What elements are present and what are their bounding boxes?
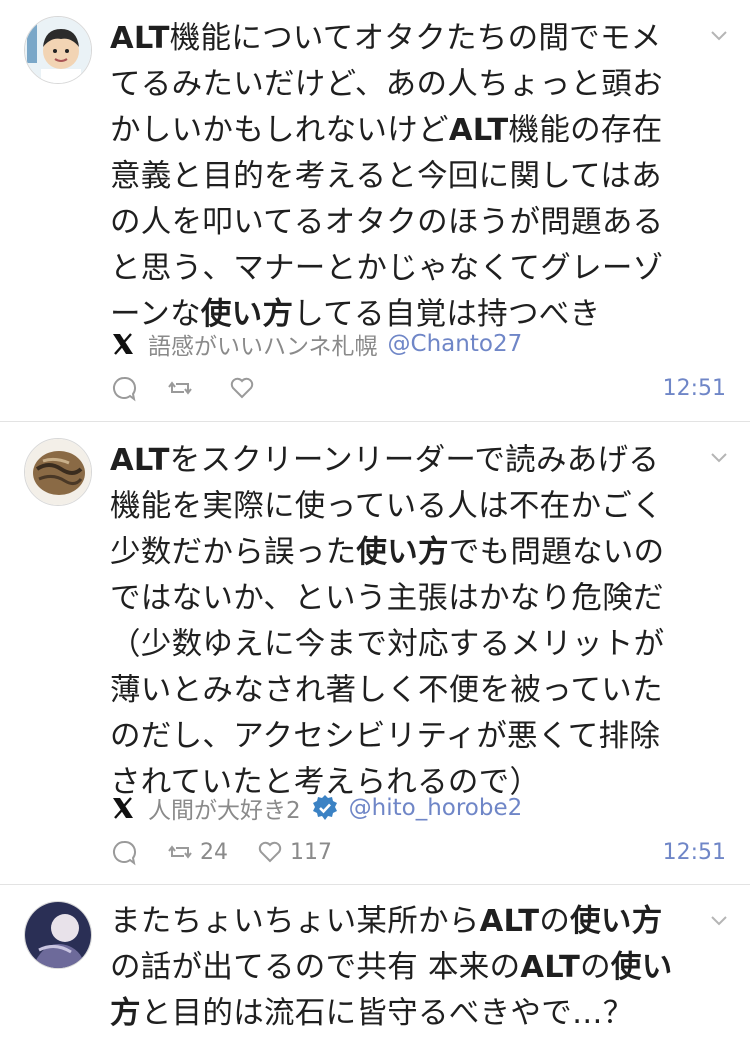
avatar[interactable] (24, 16, 92, 84)
chevron-down-icon[interactable] (708, 24, 730, 46)
tweet-actions: 24 117 12:51 (110, 834, 726, 870)
retweet-button[interactable] (166, 374, 200, 402)
body-text: でも問題ないのではないか、という主張はかなり危険だ（少数ゆえに今まで対応するメリ… (110, 535, 665, 800)
tweet-3[interactable]: またちょいちょい某所からALTの使い方の話が出てるので共有 本来のALTの使い方… (0, 885, 750, 1031)
bold-text: 使い方 (570, 904, 663, 939)
author-handle[interactable]: @hito_horobe2 (349, 795, 523, 821)
heart-icon (230, 377, 254, 399)
body-text: の (539, 904, 571, 939)
avatar[interactable] (24, 901, 92, 969)
author-handle[interactable]: @Chanto27 (388, 331, 523, 357)
bold-text: ALT (110, 21, 170, 56)
avatar[interactable] (24, 438, 92, 506)
bold-text: ALT (479, 904, 540, 939)
reply-button[interactable] (110, 838, 138, 866)
tweet-body: またちょいちょい某所からALTの使い方の話が出てるので共有 本来のALTの使い方… (110, 899, 686, 1037)
chevron-down-icon[interactable] (708, 909, 730, 931)
bold-text: ALT (520, 950, 581, 985)
tweet-1[interactable]: ALT機能についてオタクたちの間でモメてるみたいだけど、あの人ちょっと頭おかしい… (0, 0, 750, 421)
avatar-image (25, 17, 91, 83)
like-button[interactable]: 117 (256, 838, 332, 866)
bold-text: 使い方 (356, 535, 449, 570)
tweet-source[interactable]: 語感がいいハンネ札幌 @Chanto27 (110, 326, 522, 362)
bold-text: ALT (110, 443, 170, 478)
tweet-actions: 12:51 (110, 370, 726, 406)
timestamp[interactable]: 12:51 (663, 840, 726, 865)
avatar-image (25, 439, 91, 505)
tweet-body: ALT機能についてオタクたちの間でモメてるみたいだけど、あの人ちょっと頭おかしい… (110, 16, 686, 338)
retweet-button[interactable]: 24 (166, 838, 228, 866)
body-text: またちょいちょい某所から (110, 904, 480, 939)
reply-icon (113, 840, 136, 866)
retweet-icon (168, 845, 192, 859)
body-text: の (580, 950, 611, 985)
x-logo-icon (113, 797, 133, 819)
tweet-2[interactable]: ALTをスクリーンリーダーで読みあげる機能を実際に使っている人は不在かごく少数だ… (0, 422, 750, 884)
reply-icon (113, 376, 136, 402)
tweet-body: ALTをスクリーンリーダーで読みあげる機能を実際に使っている人は不在かごく少数だ… (110, 438, 686, 806)
tweet-source[interactable]: 人間が大好き2 @hito_horobe2 (110, 790, 522, 826)
like-count: 117 (290, 839, 332, 865)
bold-text: ALT (448, 113, 509, 148)
heart-icon (258, 841, 282, 863)
body-text: と目的は流石に皆守るべきやで…？ (140, 996, 634, 1031)
chevron-down-icon[interactable] (708, 446, 730, 468)
avatar-image (25, 902, 91, 968)
retweet-icon (168, 381, 192, 395)
like-button[interactable] (228, 374, 262, 402)
x-logo-icon (113, 333, 133, 355)
retweet-count: 24 (200, 839, 228, 865)
author-name[interactable]: 人間が大好き2 (148, 791, 301, 825)
timestamp[interactable]: 12:51 (663, 376, 726, 401)
reply-button[interactable] (110, 374, 138, 402)
body-text: の話が出てるので共有 本来の (110, 950, 521, 985)
author-name[interactable]: 語感がいいハンネ札幌 (148, 327, 378, 361)
verified-badge-icon (312, 795, 337, 820)
